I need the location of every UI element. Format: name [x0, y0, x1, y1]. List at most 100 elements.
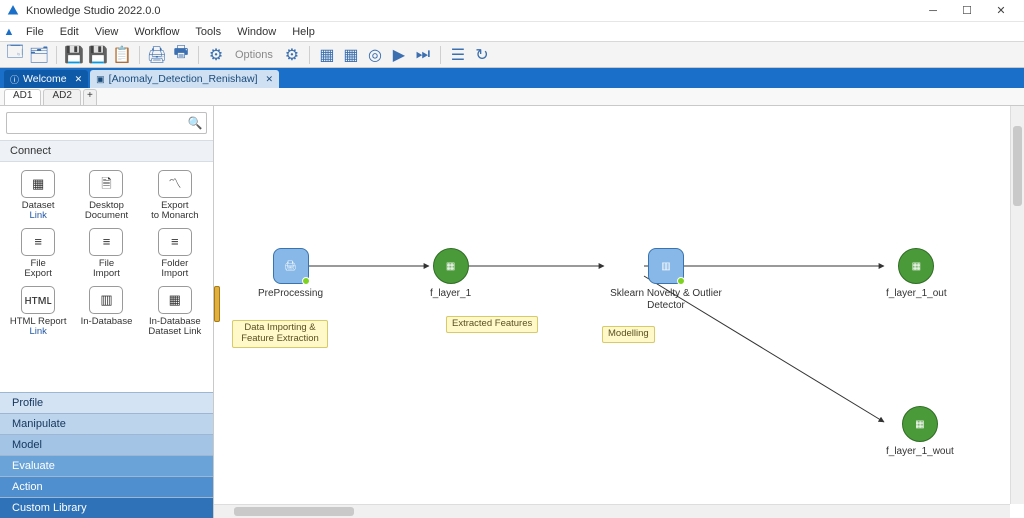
palette-node-subtitle: Import: [161, 269, 188, 279]
toolbar-separator: [309, 46, 310, 64]
category-custom-library[interactable]: Custom Library: [0, 497, 213, 518]
palette-node[interactable]: ≡ File Export: [6, 228, 70, 280]
palette-search[interactable]: 🔍: [6, 112, 207, 134]
palette-node[interactable]: ▦ Dataset Link: [6, 170, 70, 222]
title-bar: Knowledge Studio 2022.0.0 ─ ☐ ✕: [0, 0, 1024, 22]
palette-node-icon: ≡: [89, 228, 123, 256]
search-icon[interactable]: 🔍: [184, 116, 206, 130]
toolbar-separator: [440, 46, 441, 64]
palette-node[interactable]: ≡ Folder Import: [143, 228, 207, 280]
close-icon[interactable]: ✕: [266, 74, 274, 85]
palette-node-icon: ▦: [21, 170, 55, 198]
tab-document[interactable]: ▣ [Anomaly_Detection_Renishaw] ✕: [90, 70, 279, 88]
category-model[interactable]: Model: [0, 434, 213, 455]
menu-file[interactable]: File: [18, 22, 52, 41]
main-toolbar: 🗔 🗂 💾 💾 📋 🖨 🖶 ⚙ Options ⚙ ▦ ▦ ◎ ▶ ⏭ ☰ ↻: [0, 42, 1024, 68]
palette-node-icon: ≡: [21, 228, 55, 256]
node-palette-sidebar: 🔍 Connect ▦ Dataset Link🗎 Desktop Docume…: [0, 106, 214, 518]
category-action[interactable]: Action: [0, 476, 213, 497]
palette-node-title: In-Database: [81, 317, 133, 327]
node-preprocessing[interactable]: 🖨 PreProcessing: [258, 248, 323, 300]
palette-node[interactable]: ▦ In-Database Dataset Link: [143, 286, 207, 338]
toolbar-target-icon[interactable]: ◎: [364, 44, 386, 66]
workflow-canvas[interactable]: 🖨 PreProcessing Data Importing & Feature…: [214, 106, 1024, 518]
palette-node-subtitle: Link: [29, 327, 46, 337]
minimize-button[interactable]: ─: [916, 1, 950, 21]
toolbar-printpreview-icon[interactable]: 🖶: [170, 44, 192, 66]
canvas-scrollbar-horizontal[interactable]: [214, 504, 1010, 518]
palette-node-subtitle: Import: [93, 269, 120, 279]
note-preprocessing[interactable]: Data Importing & Feature Extraction: [232, 320, 328, 348]
node-f-layer-1-wout[interactable]: ▦ f_layer_1_wout: [886, 406, 954, 458]
toolbar-gear-icon[interactable]: ⚙: [281, 44, 303, 66]
node-icon: ▥: [648, 248, 684, 284]
document-tabstrip: ⓘ Welcome ✕ ▣ [Anomaly_Detection_Renisha…: [0, 68, 1024, 88]
close-icon[interactable]: ✕: [75, 74, 83, 85]
toolbar-blocks-icon[interactable]: ▦: [316, 44, 338, 66]
toolbar-notes-icon[interactable]: ☰: [447, 44, 469, 66]
palette-node-icon: ≡: [158, 228, 192, 256]
palette-node-subtitle: Dataset Link: [148, 327, 201, 337]
sheet-tab-add[interactable]: +: [83, 89, 97, 105]
search-input[interactable]: [7, 117, 184, 129]
node-label: PreProcessing: [258, 288, 323, 300]
node-sklearn-detector[interactable]: ▥ Sklearn Novelty & Outlier Detector: [606, 248, 726, 311]
toolbar-stack-icon[interactable]: 🗂: [28, 44, 50, 66]
palette-node[interactable]: ʜᴛᴍʟ HTML Report Link: [6, 286, 70, 338]
tab-welcome-label: Welcome: [23, 73, 67, 85]
note-extracted-features[interactable]: Extracted Features: [446, 316, 538, 333]
toolbar-print-icon[interactable]: 🖨: [146, 44, 168, 66]
sheet-tab-ad1[interactable]: AD1: [4, 89, 41, 105]
toolbar-separator: [198, 46, 199, 64]
toolbar-grid-icon[interactable]: ▦: [340, 44, 362, 66]
toolbar-options-label[interactable]: Options: [229, 49, 279, 61]
node-icon: 🖨: [273, 248, 309, 284]
node-label: Sklearn Novelty & Outlier Detector: [606, 288, 726, 311]
menu-view[interactable]: View: [87, 22, 127, 41]
menu-workflow[interactable]: Workflow: [126, 22, 187, 41]
category-connect[interactable]: Connect: [0, 140, 213, 162]
category-evaluate[interactable]: Evaluate: [0, 455, 213, 476]
palette-node[interactable]: 🗎 Desktop Document: [74, 170, 138, 222]
close-window-button[interactable]: ✕: [984, 1, 1018, 21]
tab-document-label: [Anomaly_Detection_Renishaw]: [109, 73, 258, 85]
maximize-button[interactable]: ☐: [950, 1, 984, 21]
menu-tools[interactable]: Tools: [187, 22, 229, 41]
node-icon: ▦: [433, 248, 469, 284]
category-manipulate[interactable]: Manipulate: [0, 413, 213, 434]
menu-window[interactable]: Window: [229, 22, 284, 41]
toolbar-sliders-icon[interactable]: ⚙: [205, 44, 227, 66]
palette-node[interactable]: 〽 Export to Monarch: [143, 170, 207, 222]
palette-node[interactable]: ≡ File Import: [74, 228, 138, 280]
category-profile[interactable]: Profile: [0, 392, 213, 413]
toolbar-refresh-icon[interactable]: ↻: [471, 44, 493, 66]
node-f-layer-1[interactable]: ▦ f_layer_1: [430, 248, 471, 300]
category-stack: Profile Manipulate Model Evaluate Action…: [0, 392, 213, 518]
node-f-layer-1-out[interactable]: ▦ f_layer_1_out: [886, 248, 947, 300]
palette-node-icon: ▥: [89, 286, 123, 314]
toolbar-saveall-icon[interactable]: 💾: [87, 44, 109, 66]
toolbar-workspace-icon[interactable]: 🗔: [4, 44, 26, 66]
node-label: f_layer_1: [430, 288, 471, 300]
toolbar-save-icon[interactable]: 💾: [63, 44, 85, 66]
canvas-scrollbar-vertical[interactable]: [1010, 106, 1024, 504]
tab-welcome[interactable]: ⓘ Welcome ✕: [4, 70, 88, 88]
menu-help[interactable]: Help: [284, 22, 323, 41]
sheet-tabs: AD1 AD2 +: [0, 88, 1024, 106]
note-modelling[interactable]: Modelling: [602, 326, 655, 343]
palette-node-subtitle: Link: [29, 211, 46, 221]
toolbar-step-icon[interactable]: ⏭: [412, 44, 434, 66]
toolbar-copy-icon[interactable]: 📋: [111, 44, 133, 66]
menu-edit[interactable]: Edit: [52, 22, 87, 41]
toolbar-run-icon[interactable]: ▶: [388, 44, 410, 66]
palette-node-subtitle: Document: [85, 211, 128, 221]
main-area: 🔍 Connect ▦ Dataset Link🗎 Desktop Docume…: [0, 106, 1024, 518]
menu-bar: ▲ File Edit View Workflow Tools Window H…: [0, 22, 1024, 42]
palette-node-icon: ▦: [158, 286, 192, 314]
palette-node-icon: ʜᴛᴍʟ: [21, 286, 55, 314]
palette-node[interactable]: ▥ In-Database: [74, 286, 138, 338]
toolbar-separator: [139, 46, 140, 64]
sheet-tab-ad2[interactable]: AD2: [43, 89, 80, 105]
app-menu-icon[interactable]: ▲: [0, 26, 18, 38]
workflow-canvas-wrap: 🖨 PreProcessing Data Importing & Feature…: [214, 106, 1024, 518]
